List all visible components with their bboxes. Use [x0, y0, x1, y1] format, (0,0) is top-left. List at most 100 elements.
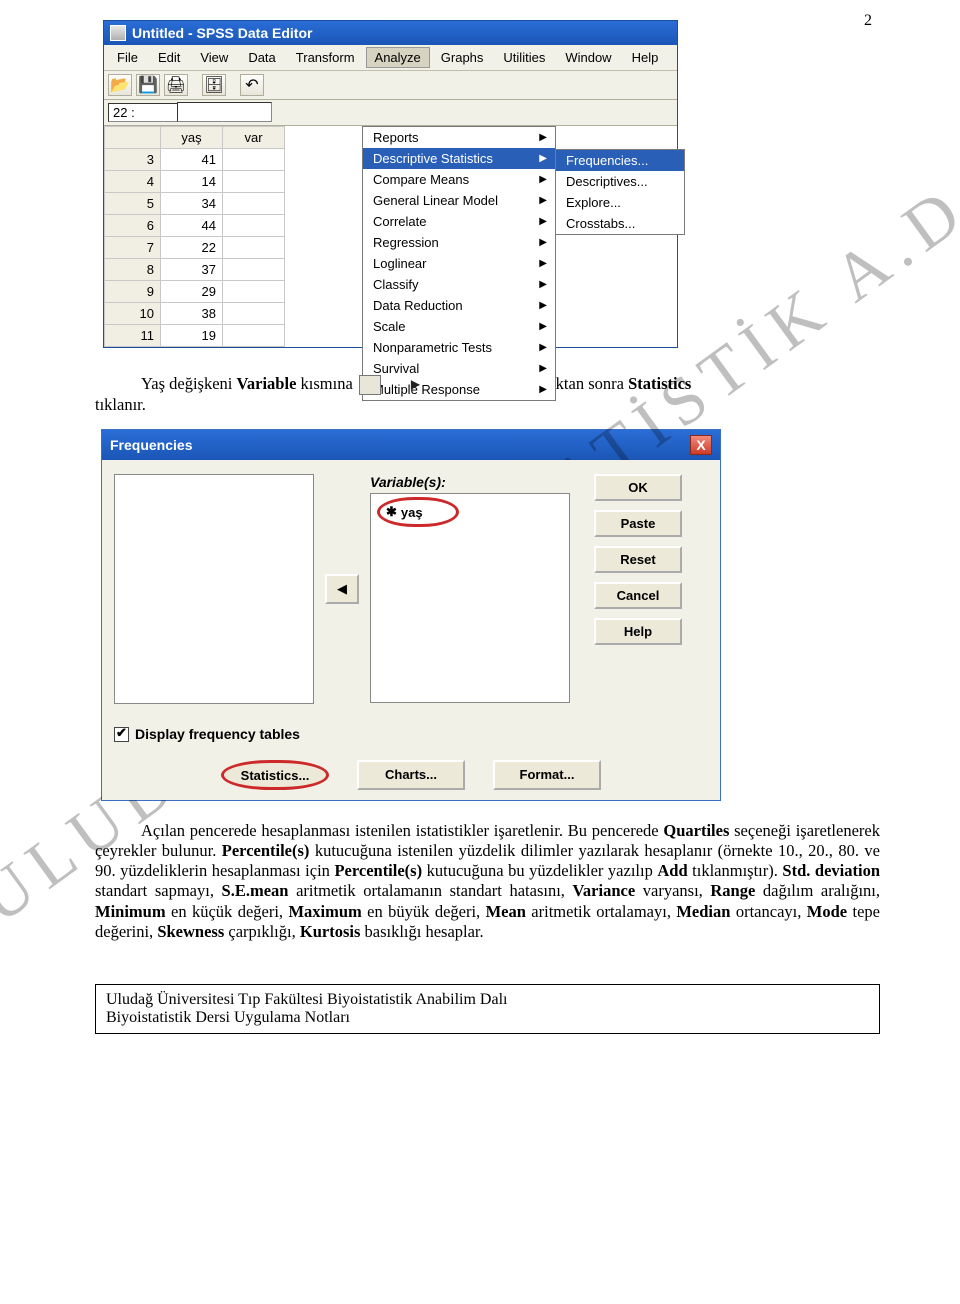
frequencies-dialog: Frequencies X ◀ Variable(s): ✱ yaş — [101, 429, 721, 801]
menu-help[interactable]: Help — [623, 47, 668, 68]
row-header[interactable]: 6 — [105, 215, 161, 237]
analyze-item[interactable]: Descriptive Statistics▶ — [363, 148, 555, 169]
text-bold: Skewness — [157, 922, 224, 941]
help-button[interactable]: Help — [594, 618, 682, 645]
menu-edit[interactable]: Edit — [149, 47, 189, 68]
data-cell-empty[interactable] — [223, 281, 285, 303]
row-header[interactable]: 5 — [105, 193, 161, 215]
data-cell-empty[interactable] — [223, 237, 285, 259]
ok-button[interactable]: OK — [594, 474, 682, 501]
close-button[interactable]: X — [690, 435, 712, 455]
cancel-button[interactable]: Cancel — [594, 582, 682, 609]
data-cell[interactable]: 38 — [161, 303, 223, 325]
analyze-item[interactable]: Classify▶ — [363, 274, 555, 295]
analyze-item[interactable]: Reports▶ — [363, 127, 555, 148]
data-cell-empty[interactable] — [223, 149, 285, 171]
column-header[interactable]: yaş — [161, 127, 223, 149]
format-button[interactable]: Format... — [493, 760, 601, 790]
chevron-right-icon: ▶ — [539, 132, 547, 143]
analyze-item[interactable]: Data Reduction▶ — [363, 295, 555, 316]
data-cell[interactable]: 37 — [161, 259, 223, 281]
data-cell[interactable]: 22 — [161, 237, 223, 259]
data-cell-empty[interactable] — [223, 325, 285, 347]
data-cell[interactable]: 34 — [161, 193, 223, 215]
analyze-item[interactable]: Compare Means▶ — [363, 169, 555, 190]
row-header[interactable]: 9 — [105, 281, 161, 303]
text: standart sapmayı, — [95, 881, 222, 900]
data-cell[interactable]: 41 — [161, 149, 223, 171]
variable-item[interactable]: yaş — [401, 505, 423, 520]
data-cell[interactable]: 14 — [161, 171, 223, 193]
chevron-right-icon: ▶ — [539, 321, 547, 332]
menu-window[interactable]: Window — [556, 47, 620, 68]
analyze-item[interactable]: Scale▶ — [363, 316, 555, 337]
footer-line-2: Biyoistatistik Dersi Uygulama Notları — [106, 1009, 869, 1027]
analyze-item[interactable]: Survival▶ — [363, 358, 555, 379]
toolbar-print-icon[interactable]: 🖨 — [164, 74, 188, 96]
text-bold: Variable — [237, 374, 297, 393]
toolbar-open-icon[interactable]: 📂 — [108, 74, 132, 96]
menu-graphs[interactable]: Graphs — [432, 47, 493, 68]
analyze-item[interactable]: Loglinear▶ — [363, 253, 555, 274]
chevron-right-icon: ▶ — [539, 216, 547, 227]
toolbar-db-icon[interactable]: 🗄 — [202, 74, 226, 96]
chevron-right-icon: ▶ — [539, 384, 547, 395]
analyze-item[interactable]: Correlate▶ — [363, 211, 555, 232]
descriptive-item[interactable]: Crosstabs... — [556, 213, 684, 234]
text: en küçük değeri, — [166, 902, 289, 921]
source-variable-list[interactable] — [114, 474, 314, 704]
move-left-button[interactable]: ◀ — [325, 574, 359, 604]
menu-file[interactable]: File — [108, 47, 147, 68]
data-cell[interactable]: 19 — [161, 325, 223, 347]
charts-button[interactable]: Charts... — [357, 760, 465, 790]
data-cell[interactable]: 29 — [161, 281, 223, 303]
data-cell-empty[interactable] — [223, 193, 285, 215]
statistics-button[interactable]: Statistics... — [221, 760, 329, 790]
text-bold: Mode — [807, 902, 847, 921]
column-header[interactable] — [105, 127, 161, 149]
spss-app-icon — [110, 25, 126, 41]
row-header[interactable]: 4 — [105, 171, 161, 193]
analyze-item[interactable]: Nonparametric Tests▶ — [363, 337, 555, 358]
footer-box: Uludağ Üniversitesi Tıp Fakültesi Biyois… — [95, 984, 880, 1034]
text-bold: Range — [710, 881, 755, 900]
text-bold: Statistics — [628, 374, 691, 393]
data-cell-empty[interactable] — [223, 171, 285, 193]
display-freq-checkbox[interactable] — [114, 727, 129, 742]
text-bold: S.E.mean — [222, 881, 289, 900]
data-cell-empty[interactable] — [223, 215, 285, 237]
menu-view[interactable]: View — [191, 47, 237, 68]
analyze-item[interactable]: Regression▶ — [363, 232, 555, 253]
menu-analyze[interactable]: Analyze — [366, 47, 430, 68]
descriptive-item[interactable]: Descriptives... — [556, 171, 684, 192]
analyze-item[interactable]: General Linear Model▶ — [363, 190, 555, 211]
toolbar-save-icon[interactable]: 💾 — [136, 74, 160, 96]
chevron-right-icon: ▶ — [539, 237, 547, 248]
text-bold: Mean — [486, 902, 526, 921]
descriptive-item[interactable]: Frequencies... — [556, 150, 684, 171]
menu-utilities[interactable]: Utilities — [494, 47, 554, 68]
data-grid[interactable]: yaşvar 34141453464472283792910381119 — [104, 126, 285, 347]
flower-icon: ✱ — [386, 504, 397, 520]
menu-data[interactable]: Data — [239, 47, 284, 68]
data-cell[interactable]: 44 — [161, 215, 223, 237]
row-header[interactable]: 7 — [105, 237, 161, 259]
menu-transform[interactable]: Transform — [287, 47, 364, 68]
column-header[interactable]: var — [223, 127, 285, 149]
text: çarpıklığı, — [224, 922, 300, 941]
row-header[interactable]: 10 — [105, 303, 161, 325]
row-header[interactable]: 3 — [105, 149, 161, 171]
row-header[interactable]: 11 — [105, 325, 161, 347]
row-header[interactable]: 8 — [105, 259, 161, 281]
cell-reference[interactable]: 22 : — [108, 103, 178, 122]
selected-variable-list[interactable]: ✱ yaş — [370, 493, 570, 703]
data-cell-empty[interactable] — [223, 303, 285, 325]
descriptive-item[interactable]: Explore... — [556, 192, 684, 213]
reset-button[interactable]: Reset — [594, 546, 682, 573]
cell-value-input[interactable] — [177, 102, 272, 122]
paste-button[interactable]: Paste — [594, 510, 682, 537]
data-cell-empty[interactable] — [223, 259, 285, 281]
text: ortancayı, — [730, 902, 806, 921]
toolbar-undo-icon[interactable]: ↶ — [240, 74, 264, 96]
spss-window: Untitled - SPSS Data Editor FileEditView… — [103, 20, 678, 348]
